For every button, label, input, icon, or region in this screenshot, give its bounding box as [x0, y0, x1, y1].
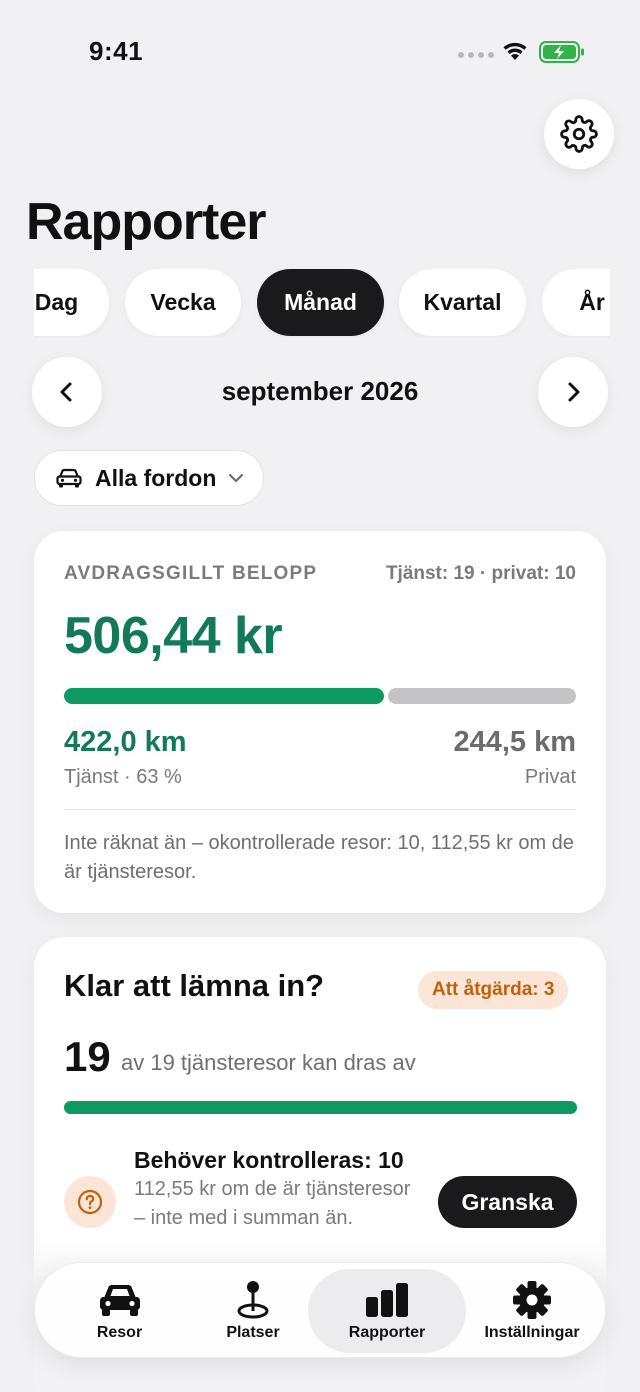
chevron-down-icon — [229, 473, 244, 483]
tab-platser[interactable]: Platser — [188, 1263, 318, 1359]
tab-rapporter-label: Rapporter — [348, 1324, 426, 1341]
page-title: Rapporter — [26, 193, 266, 251]
cellular-signal-icon — [458, 52, 494, 58]
private-km: 244,5 km — [453, 726, 576, 758]
private-share-bar — [388, 688, 576, 704]
status-bar: 9:41 — [0, 0, 640, 100]
action-needed-badge: Att åtgärda: 3 — [418, 971, 569, 1009]
review-button[interactable]: Granska — [438, 1176, 577, 1228]
business-km: 422,0 km — [64, 726, 187, 758]
tab-rapporter[interactable]: Rapporter — [308, 1263, 466, 1359]
tab-platser-label: Platser — [226, 1324, 280, 1341]
business-share-bar — [64, 688, 384, 704]
tab-installningar[interactable]: Inställningar — [462, 1263, 602, 1359]
tab-resor-label: Resor — [96, 1324, 143, 1341]
settings-button[interactable] — [544, 99, 614, 169]
review-needed-title: Behöver kontrolleras: 10 — [134, 1147, 404, 1173]
uncounted-note: Inte räknat än – okontrollerade resor: 1… — [64, 832, 574, 883]
car-icon — [99, 1285, 140, 1316]
next-period-button[interactable] — [538, 357, 608, 427]
gear-icon — [560, 115, 598, 153]
tab-manad[interactable]: Månad — [257, 269, 384, 336]
ready-progress-bar — [64, 1101, 577, 1114]
bar-chart-icon — [366, 1283, 408, 1317]
tab-resor[interactable]: Resor — [37, 1263, 202, 1359]
chevron-left-icon — [60, 382, 72, 402]
tab-vecka[interactable]: Vecka — [125, 269, 241, 336]
ready-count-text: av 19 tjänsteresor kan dras av — [121, 1050, 416, 1075]
vehicle-filter-label: Alla fordon — [95, 464, 217, 491]
bottom-tab-bar: Resor Platser Rapporter Inställningar — [34, 1262, 606, 1358]
business-km-label: Tjänst · 63 % — [64, 766, 182, 788]
map-pin-icon — [237, 1281, 269, 1319]
ready-count: 19 — [64, 1033, 111, 1080]
gear-icon — [513, 1281, 551, 1319]
tab-kvartal[interactable]: Kvartal — [399, 269, 526, 336]
divider — [64, 809, 576, 810]
car-icon — [56, 468, 82, 488]
ready-title: Klar att lämna in? — [64, 968, 325, 1003]
vehicle-filter-dropdown[interactable]: Alla fordon — [34, 450, 264, 506]
private-km-label: Privat — [524, 766, 576, 788]
period-tabs: Dag Vecka Månad Kvartal År — [34, 268, 610, 338]
tab-dag[interactable]: Dag — [34, 269, 109, 336]
tab-installningar-label: Inställningar — [484, 1324, 580, 1341]
distance-split-bar — [64, 688, 576, 704]
review-needed-description: 112,55 kr om de är tjänsteresor – inte m… — [134, 1178, 411, 1229]
battery-charging-icon — [539, 41, 584, 63]
chevron-right-icon — [568, 382, 580, 402]
summary-label: AVDRAGSGILLT BELOPP — [64, 563, 318, 584]
tab-ar[interactable]: År — [542, 269, 610, 336]
question-circle-icon — [64, 1176, 116, 1228]
trip-split-text: Tjänst: 19 · privat: 10 — [385, 563, 576, 584]
status-time: 9:41 — [89, 36, 144, 66]
previous-period-button[interactable] — [32, 357, 102, 427]
period-label: september 2026 — [221, 376, 419, 406]
wifi-icon — [503, 42, 527, 60]
deductible-amount: 506,44 kr — [64, 607, 283, 665]
